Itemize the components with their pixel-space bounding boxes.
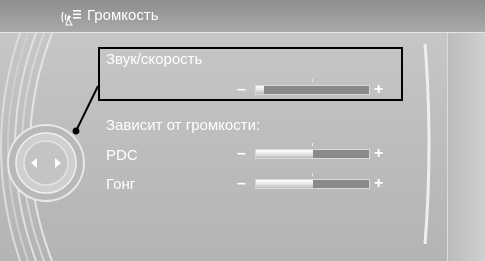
increase-pdc[interactable]: + — [374, 146, 383, 162]
decrease-pdc[interactable]: – — [237, 146, 246, 162]
slider-center-tick — [312, 79, 313, 82]
slider-fill — [256, 150, 313, 158]
speed-volume-slider[interactable] — [255, 85, 370, 95]
decrease-speed-volume[interactable]: – — [237, 82, 246, 98]
slider-center-tick — [312, 143, 313, 146]
decrease-gong[interactable]: – — [237, 176, 246, 192]
setting-label-speed-volume: Звук/скорость — [106, 51, 203, 68]
increase-gong[interactable]: + — [374, 176, 383, 192]
volume-screen: Громкость Звук/скорость – + Зависит от г… — [0, 0, 485, 261]
pdc-slider[interactable] — [255, 149, 370, 159]
slider-fill — [256, 180, 313, 188]
setting-label-pdc[interactable]: PDC — [106, 147, 138, 164]
setting-label-gong[interactable]: Гонг — [106, 176, 135, 193]
gong-slider[interactable] — [255, 179, 370, 189]
increase-speed-volume[interactable]: + — [374, 82, 383, 98]
slider-center-tick — [312, 173, 313, 176]
section-label-volume-dependent: Зависит от громкости: — [106, 117, 261, 134]
slider-fill — [256, 86, 264, 94]
